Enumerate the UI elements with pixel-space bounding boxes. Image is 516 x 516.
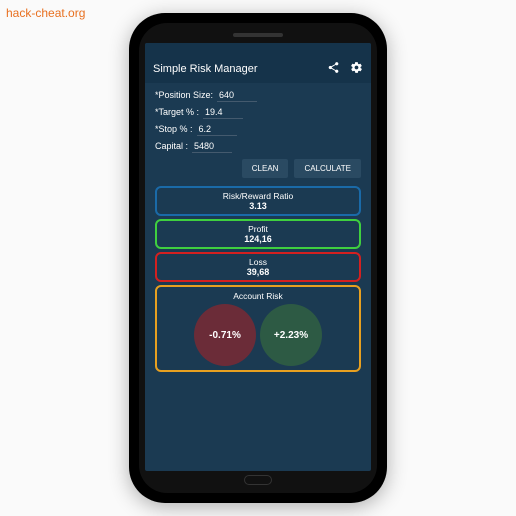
app-title: Simple Risk Manager xyxy=(153,63,327,75)
loss-title: Loss xyxy=(160,257,356,267)
phone-frame: Simple Risk Manager *Position Size: 640 … xyxy=(129,13,387,503)
ratio-value: 3.13 xyxy=(160,201,356,211)
risk-circles: -0.71% +2.23% xyxy=(161,304,355,366)
profit-value: 124,16 xyxy=(160,234,356,244)
target-row: *Target % : 19.4 xyxy=(155,106,361,119)
phone-speaker xyxy=(233,33,283,37)
stop-label: *Stop % : xyxy=(155,124,193,134)
clean-button[interactable]: CLEAN xyxy=(242,159,289,178)
screen: Simple Risk Manager *Position Size: 640 … xyxy=(145,43,371,471)
phone-home-button xyxy=(244,475,272,485)
profit-title: Profit xyxy=(160,224,356,234)
loss-box: Loss 39,68 xyxy=(155,252,361,282)
status-bar xyxy=(145,43,371,55)
ratio-box: Risk/Reward Ratio 3.13 xyxy=(155,186,361,216)
target-label: *Target % : xyxy=(155,107,199,117)
content: *Position Size: 640 *Target % : 19.4 *St… xyxy=(145,83,371,471)
phone-inner: Simple Risk Manager *Position Size: 640 … xyxy=(139,23,377,493)
capital-input[interactable]: 5480 xyxy=(192,140,232,153)
watermark: hack-cheat.org xyxy=(6,6,85,20)
loss-value: 39,68 xyxy=(160,267,356,277)
buttons-row: CLEAN CALCULATE xyxy=(155,159,361,178)
risk-negative-circle: -0.71% xyxy=(194,304,256,366)
ratio-title: Risk/Reward Ratio xyxy=(160,191,356,201)
position-size-row: *Position Size: 640 xyxy=(155,89,361,102)
stop-input[interactable]: 6.2 xyxy=(197,123,237,136)
position-size-input[interactable]: 640 xyxy=(217,89,257,102)
position-size-label: *Position Size: xyxy=(155,90,213,100)
target-input[interactable]: 19.4 xyxy=(203,106,243,119)
calculate-button[interactable]: CALCULATE xyxy=(294,159,361,178)
risk-positive-circle: +2.23% xyxy=(260,304,322,366)
share-icon[interactable] xyxy=(327,61,340,77)
profit-box: Profit 124,16 xyxy=(155,219,361,249)
app-bar: Simple Risk Manager xyxy=(145,55,371,83)
account-risk-box: Account Risk -0.71% +2.23% xyxy=(155,285,361,372)
gear-icon[interactable] xyxy=(350,61,363,77)
app-bar-icons xyxy=(327,61,363,77)
account-risk-title: Account Risk xyxy=(161,291,355,301)
capital-label: Capital : xyxy=(155,141,188,151)
stop-row: *Stop % : 6.2 xyxy=(155,123,361,136)
capital-row: Capital : 5480 xyxy=(155,140,361,153)
